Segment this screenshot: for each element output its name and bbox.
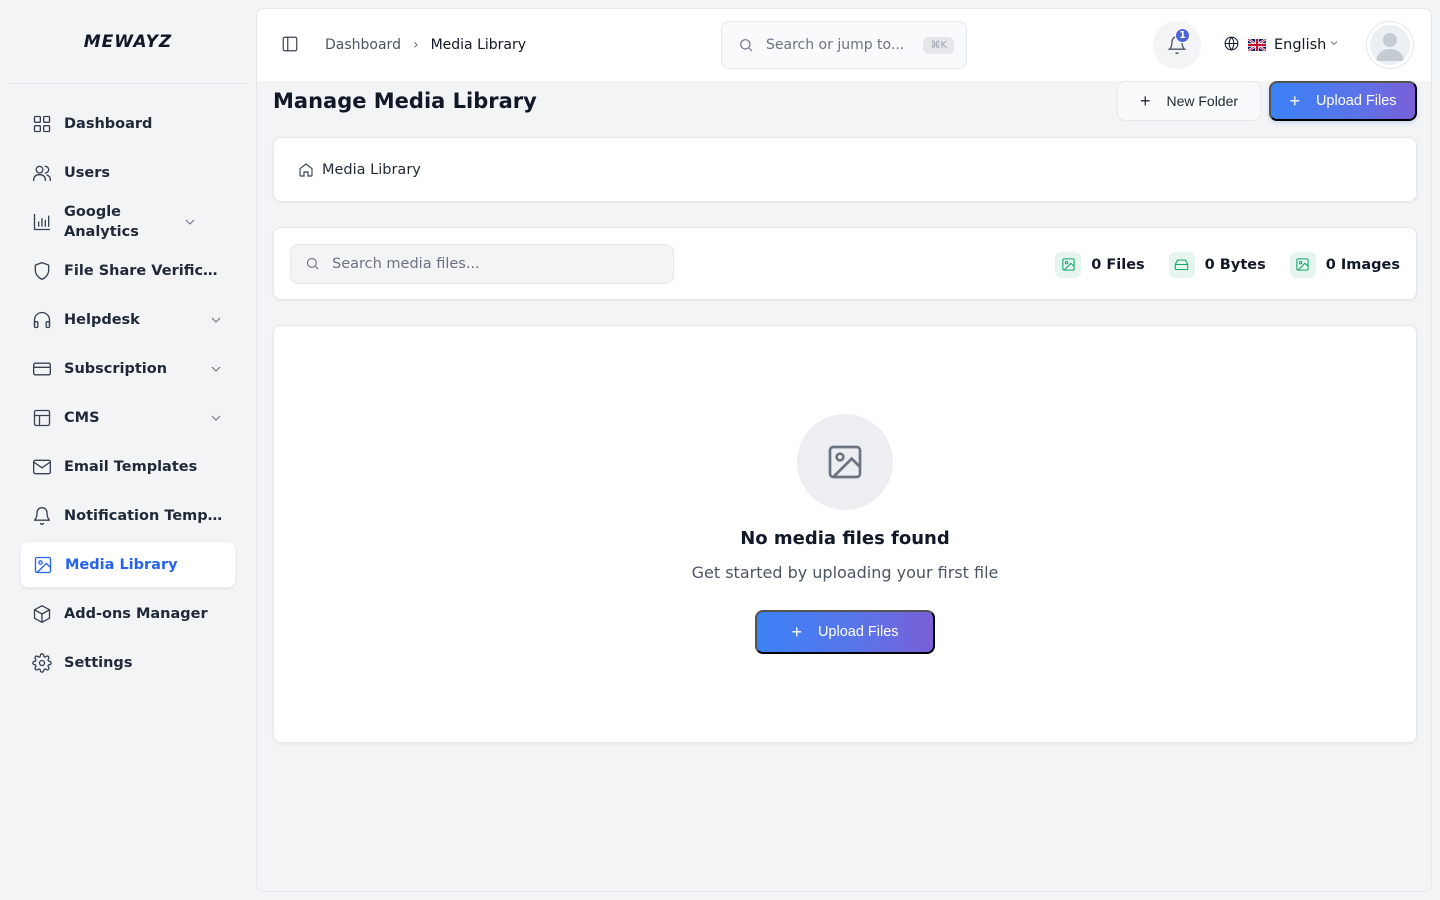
page-title: Manage Media Library — [273, 89, 537, 113]
sidebar-item-notification-templates[interactable]: Notification Templ... — [20, 492, 236, 539]
empty-upload-files-label: Upload Files — [817, 624, 899, 640]
sidebar: MEWAYZ Dashboard Users Google Analytics … — [0, 0, 256, 900]
storage-size: 0 Bytes — [1204, 256, 1266, 273]
media-search-field[interactable] — [290, 243, 674, 284]
gear-icon — [32, 652, 52, 673]
new-folder-label: New Folder — [1166, 93, 1239, 109]
global-search-placeholder: Search or jump to... — [766, 37, 905, 53]
media-library-content: Manage Media Library + New Folder + Uplo… — [273, 81, 1417, 743]
uk-flag-icon — [1247, 38, 1267, 52]
search-icon — [740, 39, 753, 52]
hard-drive-icon — [1168, 251, 1195, 278]
notifications-button[interactable]: 1 — [1153, 21, 1201, 69]
images-count-stat: 0 Images — [1289, 251, 1400, 278]
storage-size-stat: 0 Bytes — [1168, 251, 1266, 278]
empty-state-title: No media files found — [740, 528, 950, 549]
language-label: English — [1274, 37, 1327, 53]
folder-breadcrumb: Media Library — [273, 137, 1417, 202]
sidebar-item-subscription[interactable]: Subscription — [20, 345, 236, 392]
image-placeholder-icon — [797, 414, 893, 510]
bar-chart-icon — [32, 212, 52, 232]
breadcrumb-dashboard-link[interactable]: Dashboard — [325, 37, 401, 53]
sidebar-nav: Dashboard Users Google Analytics File Sh… — [0, 84, 256, 686]
user-avatar-button[interactable] — [1366, 21, 1414, 69]
page-header: Manage Media Library + New Folder + Uplo… — [273, 81, 1417, 137]
chevron-down-icon — [182, 214, 198, 230]
media-search-input[interactable] — [332, 255, 659, 272]
brand-logo[interactable]: MEWAYZ — [8, 0, 248, 84]
breadcrumb: Dashboard › Media Library — [325, 37, 526, 53]
sidebar-item-label: Users — [64, 164, 111, 181]
sidebar-item-media-library[interactable]: Media Library — [20, 541, 236, 588]
notification-count-badge: 1 — [1175, 28, 1190, 43]
upload-files-label: Upload Files — [1315, 93, 1397, 109]
layout-icon — [32, 408, 52, 428]
plus-icon: + — [1139, 91, 1151, 111]
sidebar-item-dashboard[interactable]: Dashboard — [20, 100, 236, 147]
chevron-down-icon — [208, 410, 224, 426]
media-stats: 0 Files 0 Bytes 0 Images — [1031, 228, 1400, 301]
sidebar-item-users[interactable]: Users — [20, 149, 236, 196]
language-selector[interactable]: English — [1223, 33, 1340, 57]
sidebar-item-google-analytics[interactable]: Google Analytics — [20, 198, 236, 245]
files-count-stat: 0 Files — [1055, 251, 1145, 278]
grid-icon — [32, 114, 52, 134]
new-folder-button[interactable]: + New Folder — [1117, 81, 1261, 121]
chevron-down-icon — [1326, 37, 1340, 53]
chevron-down-icon — [208, 312, 224, 328]
credit-card-icon — [32, 359, 52, 379]
breadcrumb-separator: › — [412, 37, 419, 53]
empty-state-subtitle: Get started by uploading your first file — [691, 563, 999, 582]
sidebar-item-label: Google Analytics — [64, 203, 139, 240]
sidebar-toggle-icon[interactable] — [281, 35, 301, 55]
keyboard-shortcut-badge: ⌘K — [923, 36, 954, 54]
users-icon — [32, 163, 52, 183]
sidebar-item-cms[interactable]: CMS — [20, 394, 236, 441]
media-filter-bar: 0 Files 0 Bytes 0 Images — [273, 227, 1417, 300]
sidebar-item-settings[interactable]: Settings — [20, 639, 236, 686]
empty-state: No media files found Get started by uplo… — [273, 325, 1417, 743]
folder-breadcrumb-root[interactable]: Media Library — [322, 162, 421, 178]
bell-icon — [32, 506, 52, 526]
avatar — [1370, 25, 1410, 65]
sidebar-item-label: File Share Verifica... — [64, 262, 224, 279]
sidebar-item-addons-manager[interactable]: Add-ons Manager — [20, 590, 236, 637]
sidebar-item-email-templates[interactable]: Email Templates — [20, 443, 236, 490]
package-icon — [32, 604, 52, 624]
brand-name: MEWAYZ — [83, 31, 173, 52]
sidebar-item-label: Subscription — [64, 360, 168, 377]
sidebar-item-label: Settings — [64, 654, 133, 671]
sidebar-item-label: Notification Templ... — [64, 507, 224, 524]
sidebar-item-label: CMS — [64, 409, 100, 426]
files-count: 0 Files — [1091, 256, 1145, 273]
plus-icon: + — [791, 622, 802, 642]
main-panel: Dashboard › Media Library Search or jump… — [256, 8, 1432, 892]
image-icon — [1289, 251, 1316, 278]
chevron-down-icon — [208, 361, 224, 377]
global-search-input[interactable]: Search or jump to... ⌘K — [721, 21, 967, 69]
sidebar-item-label: Media Library — [65, 556, 178, 573]
globe-icon — [1223, 35, 1240, 56]
sidebar-item-label: Add-ons Manager — [64, 605, 208, 622]
breadcrumb-current: Media Library — [430, 37, 527, 53]
sidebar-item-helpdesk[interactable]: Helpdesk — [20, 296, 236, 343]
shield-icon — [32, 261, 52, 281]
image-icon — [33, 555, 53, 575]
upload-files-button[interactable]: + Upload Files — [1269, 81, 1417, 121]
image-icon — [1055, 251, 1082, 278]
home-icon — [299, 162, 313, 177]
images-count: 0 Images — [1325, 256, 1400, 273]
empty-upload-files-button[interactable]: + Upload Files — [755, 610, 935, 654]
sidebar-item-label: Email Templates — [64, 458, 198, 475]
sidebar-item-file-share-verification[interactable]: File Share Verifica... — [20, 247, 236, 294]
topbar: Dashboard › Media Library Search or jump… — [257, 9, 1431, 81]
sidebar-item-label: Dashboard — [64, 115, 153, 132]
plus-icon: + — [1289, 91, 1300, 111]
headphones-icon — [32, 310, 52, 330]
sidebar-item-label: Helpdesk — [64, 311, 140, 328]
mail-icon — [32, 457, 52, 477]
search-icon — [306, 257, 319, 270]
